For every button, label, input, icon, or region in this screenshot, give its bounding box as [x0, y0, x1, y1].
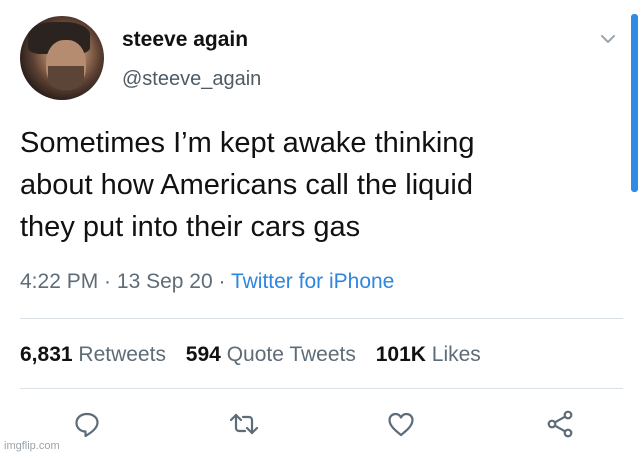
- tweet-line: they put into their cars gas: [20, 211, 361, 243]
- retweet-icon[interactable]: [229, 409, 259, 439]
- divider: [20, 318, 623, 319]
- tweet-metadata: 4:22 PM · 13 Sep 20 · Twitter for iPhone: [20, 270, 394, 294]
- retweets-count: 6,831: [20, 343, 73, 366]
- retweets-stat[interactable]: 6,831 Retweets: [20, 343, 166, 366]
- like-icon[interactable]: [386, 409, 416, 439]
- quote-tweets-count: 594: [185, 343, 221, 366]
- tweet-time[interactable]: 4:22 PM: [20, 270, 98, 293]
- likes-label: Likes: [431, 343, 481, 366]
- tweet-line: Sometimes I’m kept awake thinking: [20, 127, 475, 159]
- tweet-source-link[interactable]: Twitter for iPhone: [231, 270, 394, 293]
- display-name[interactable]: steeve again: [122, 28, 248, 52]
- scrollbar[interactable]: [631, 14, 638, 192]
- share-icon[interactable]: [545, 409, 575, 439]
- quote-tweets-label: Quote Tweets: [226, 343, 356, 366]
- divider: [20, 388, 623, 389]
- tweet-line: about how Americans call the liquid: [20, 169, 473, 201]
- likes-stat[interactable]: 101K Likes: [376, 343, 481, 366]
- engagement-stats: 6,831 Retweets 594 Quote Tweets 101K Lik…: [20, 343, 495, 367]
- user-handle[interactable]: @steeve_again: [122, 68, 261, 91]
- meta-separator: ·: [98, 270, 117, 293]
- avatar-beard: [48, 66, 84, 90]
- tweet-date[interactable]: 13 Sep 20: [117, 270, 213, 293]
- watermark: imgflip.com: [4, 440, 60, 452]
- chevron-down-icon[interactable]: [599, 33, 617, 45]
- likes-count: 101K: [375, 343, 426, 366]
- avatar[interactable]: [20, 16, 104, 100]
- reply-icon[interactable]: [72, 409, 102, 439]
- tweet-text: Sometimes I’m kept awake thinking about …: [20, 122, 610, 248]
- meta-separator: ·: [212, 270, 231, 293]
- quote-tweets-stat[interactable]: 594 Quote Tweets: [186, 343, 356, 366]
- retweets-label: Retweets: [78, 343, 166, 366]
